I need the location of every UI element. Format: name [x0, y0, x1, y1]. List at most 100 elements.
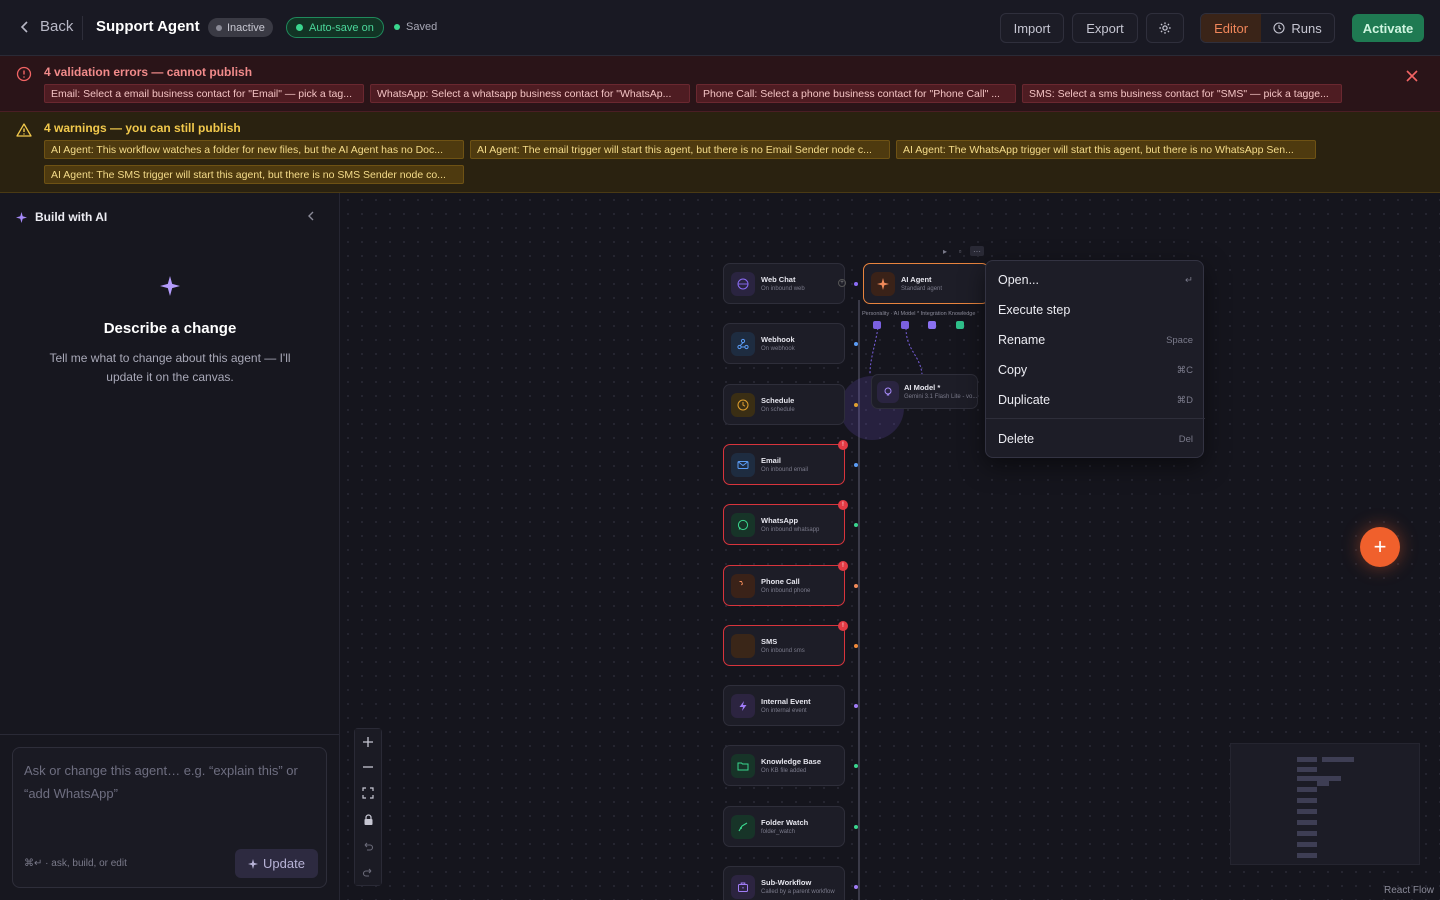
tab-runs[interactable]: Runs: [1261, 14, 1334, 42]
more-icon[interactable]: ⋯: [970, 246, 984, 256]
menu-item-rename[interactable]: Rename Space: [986, 325, 1205, 355]
menu-item-label: Copy: [998, 363, 1028, 377]
error-item[interactable]: Email: Select a email business contact f…: [44, 84, 364, 103]
ai-model-node[interactable]: AI Model * Gemini 3.1 Flash Lite - vo...: [871, 374, 978, 409]
node-subtitle: On webhook: [761, 346, 795, 352]
header-divider: [82, 16, 83, 40]
sparkle-icon: [877, 278, 889, 290]
saved-dot: [394, 24, 400, 30]
lock-button[interactable]: [355, 807, 381, 833]
node-title: Web Chat: [761, 275, 796, 284]
expand-icon: [362, 787, 374, 799]
back-button[interactable]: Back: [18, 18, 73, 35]
node-output-handle[interactable]: [854, 584, 858, 588]
briefcase-icon: [738, 882, 748, 892]
zoom-in-button[interactable]: [355, 729, 381, 755]
error-item[interactable]: Phone Call: Select a phone business cont…: [696, 84, 1016, 103]
node-title: Webhook: [761, 335, 795, 344]
trigger-node-schedule[interactable]: Schedule On schedule: [723, 384, 845, 425]
node-output-handle[interactable]: [854, 644, 858, 648]
globe-icon: [737, 278, 749, 290]
error-item[interactable]: SMS: Select a sms business contact for "…: [1022, 84, 1342, 103]
node-icon-box: [731, 513, 755, 537]
node-subtitle: On inbound whatsapp: [761, 527, 820, 533]
update-button[interactable]: Update: [235, 849, 318, 878]
trigger-node-web-chat[interactable]: Web Chat On inbound web: [723, 263, 845, 304]
trigger-node-whatsapp[interactable]: WhatsApp On inbound whatsapp!: [723, 500, 848, 545]
node-output-handle[interactable]: [854, 463, 858, 467]
export-button[interactable]: Export: [1072, 13, 1138, 43]
menu-item-label: Open...: [998, 273, 1039, 287]
menu-item-copy[interactable]: Copy ⌘C: [986, 355, 1205, 385]
react-flow-attribution[interactable]: React Flow: [1384, 885, 1434, 896]
stop-icon[interactable]: ▫: [955, 246, 965, 256]
back-label: Back: [40, 18, 74, 35]
trigger-node-webhook[interactable]: Webhook On webhook: [723, 323, 845, 364]
model-icon-box: [877, 381, 899, 403]
node-icon-box: [731, 754, 755, 778]
trigger-node-knowledge-base[interactable]: Knowledge Base On KB file added: [723, 745, 845, 786]
minimap-node: [1297, 842, 1317, 847]
view-switch: Editor Runs: [1200, 13, 1335, 43]
phone-icon: [739, 581, 744, 586]
node-icon-box: [731, 332, 755, 356]
menu-item-duplicate[interactable]: Duplicate ⌘D: [986, 385, 1205, 415]
tab-editor[interactable]: Editor: [1201, 14, 1262, 42]
zoom-out-button[interactable]: [355, 754, 381, 780]
add-handle[interactable]: +: [838, 279, 846, 287]
undo-button[interactable]: [355, 833, 381, 859]
node-output-handle[interactable]: [854, 704, 858, 708]
menu-item-delete[interactable]: Delete Del: [986, 424, 1205, 454]
autosave-badge[interactable]: Auto-save on: [286, 17, 384, 38]
node-output-handle[interactable]: [854, 764, 858, 768]
ask-hint: ⌘↵ · ask, build, or edit: [24, 858, 127, 869]
node-output-handle[interactable]: [854, 523, 858, 527]
warning-item[interactable]: AI Agent: The email trigger will start t…: [470, 140, 890, 159]
warning-item[interactable]: AI Agent: The SMS trigger will start thi…: [44, 165, 464, 184]
trigger-node-sms[interactable]: SMS On inbound sms!: [723, 621, 848, 666]
fit-view-button[interactable]: [355, 780, 381, 806]
update-label: Update: [263, 856, 305, 871]
add-node-button[interactable]: +: [1360, 527, 1400, 567]
trigger-node-sub-workflow[interactable]: Sub-Workflow Called by a parent workflow: [723, 866, 845, 900]
warning-item[interactable]: AI Agent: This workflow watches a folder…: [44, 140, 464, 159]
node-output-handle[interactable]: [854, 342, 858, 346]
sparkle-icon: [16, 211, 27, 223]
import-button[interactable]: Import: [1000, 13, 1064, 43]
trigger-node-folder-watch[interactable]: Folder Watch folder_watch: [723, 806, 845, 847]
menu-item-shortcut: ⌘D: [1176, 394, 1193, 406]
node-icon-box: [731, 634, 755, 658]
port-knowledge[interactable]: [956, 321, 964, 329]
folder-watch-icon: [738, 822, 748, 832]
minimap-node: [1297, 853, 1317, 858]
trigger-node-phone-call[interactable]: Phone Call On inbound phone!: [723, 561, 848, 606]
play-icon[interactable]: ▸: [940, 246, 950, 256]
alert-circle-icon: [16, 66, 32, 82]
menu-item-open[interactable]: Open... ↵: [986, 265, 1205, 295]
settings-button[interactable]: [1146, 13, 1184, 43]
minimap[interactable]: [1230, 743, 1420, 865]
menu-item-execute-step[interactable]: Execute step: [986, 295, 1205, 325]
chevron-left-icon[interactable]: [305, 210, 317, 222]
warning-item[interactable]: AI Agent: The WhatsApp trigger will star…: [896, 140, 1316, 159]
node-title: Phone Call: [761, 577, 800, 586]
node-output-handle[interactable]: [854, 403, 858, 407]
node-output-handle[interactable]: [854, 885, 858, 889]
trigger-node-email[interactable]: Email On inbound email!: [723, 440, 848, 485]
port-model[interactable]: [901, 321, 909, 329]
error-item[interactable]: WhatsApp: Select a whatsapp business con…: [370, 84, 690, 103]
menu-item-label: Delete: [998, 432, 1035, 446]
port-personality[interactable]: [873, 321, 881, 329]
close-icon[interactable]: [1404, 68, 1420, 84]
redo-button[interactable]: [355, 859, 381, 885]
trigger-node-internal-event[interactable]: Internal Event On internal event: [723, 685, 845, 726]
node-title: Email: [761, 456, 782, 465]
node-output-handle[interactable]: [854, 825, 858, 829]
ask-input[interactable]: [24, 759, 314, 829]
menu-item-label: Execute step: [998, 303, 1071, 317]
port-integration[interactable]: [928, 321, 936, 329]
activate-button[interactable]: Activate: [1352, 14, 1424, 42]
error-badge-icon: !: [838, 621, 848, 631]
node-output-handle[interactable]: [854, 282, 858, 286]
ai-agent-node[interactable]: AI Agent Standard agent: [863, 263, 989, 304]
